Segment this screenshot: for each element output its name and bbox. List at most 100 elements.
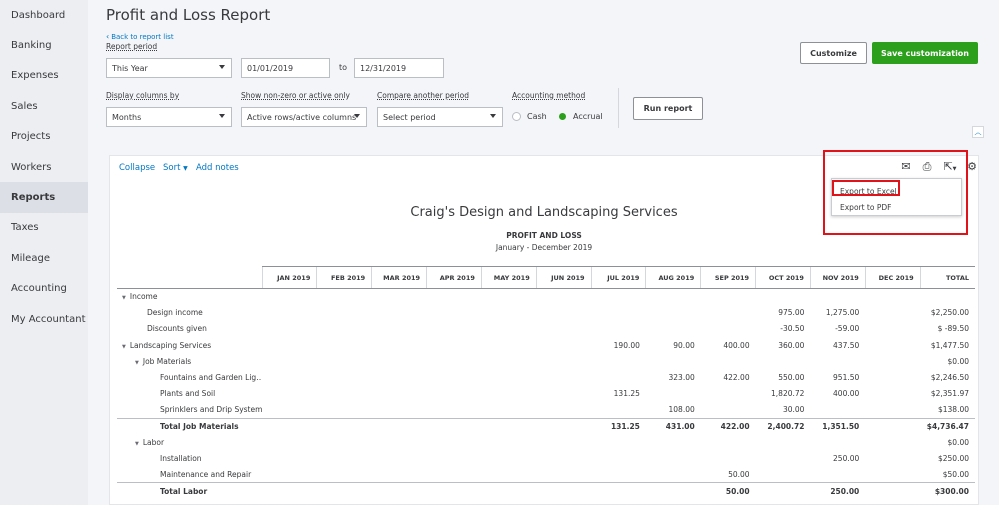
cell-value xyxy=(317,321,372,337)
to-label: to xyxy=(339,63,348,72)
sidebar-item-accounting[interactable]: Accounting xyxy=(0,274,88,304)
table-row: Design income 975.00 1,275.00 $2,250.00 xyxy=(117,305,975,321)
row-label[interactable]: ▼ Labor xyxy=(117,434,262,450)
cash-label: Cash xyxy=(527,112,547,121)
cell-value xyxy=(865,353,920,369)
collapse-toggle-icon[interactable]: ▼ xyxy=(135,441,139,447)
cash-radio[interactable] xyxy=(512,112,521,121)
save-customization-button[interactable]: Save customization xyxy=(872,42,978,64)
cell-value: 50.00 xyxy=(728,469,750,479)
column-header: JAN 2019 xyxy=(261,266,317,289)
add-notes-link[interactable]: Add notes xyxy=(196,163,239,173)
collapse-toggle-icon[interactable]: ▼ xyxy=(122,295,126,301)
cell-value: $2,250.00 xyxy=(930,308,969,318)
sidebar-item-expenses[interactable]: Expenses xyxy=(0,61,88,91)
run-report-button[interactable]: Run report xyxy=(633,97,703,120)
accrual-label: Accrual xyxy=(573,112,603,121)
sort-label: Sort xyxy=(163,163,181,173)
sidebar-item-workers[interactable]: Workers xyxy=(0,152,88,182)
row-label[interactable]: ▼ Job Materials xyxy=(117,353,262,369)
cell-value xyxy=(262,321,317,337)
sidebar-item-reports[interactable]: Reports xyxy=(0,182,88,213)
column-header: JUN 2019 xyxy=(535,266,592,289)
column-header: TOTAL xyxy=(919,266,975,289)
cell-value xyxy=(427,386,482,402)
from-date-value: 01/01/2019 xyxy=(247,63,294,73)
row-label-text: Landscaping Services xyxy=(129,340,212,350)
row-label[interactable]: ▼ Landscaping Services xyxy=(117,337,262,353)
sidebar-item-my-accountant[interactable]: My Accountant xyxy=(0,304,88,334)
cell-value xyxy=(317,386,372,402)
cell-value xyxy=(701,450,756,466)
compare-period-select[interactable]: Select period xyxy=(377,107,503,127)
cell-value: 131.25 xyxy=(591,417,646,435)
cell-value xyxy=(865,337,920,353)
report-dates: January - December 2019 xyxy=(495,243,593,252)
cell-value xyxy=(372,434,427,450)
sidebar-item-sales[interactable]: Sales xyxy=(0,91,88,121)
cell-value xyxy=(646,434,701,450)
sidebar-item-mileage[interactable]: Mileage xyxy=(0,243,88,273)
row-label-text: Total Job Materials xyxy=(160,421,239,431)
cell-value xyxy=(865,289,920,305)
cell-value xyxy=(536,482,592,499)
cell-value: $ -89.50 xyxy=(937,324,969,334)
cell-value xyxy=(536,353,591,369)
cell-value xyxy=(427,353,482,369)
from-date-input[interactable]: 01/01/2019 xyxy=(241,58,330,78)
cell-value: 131.25 xyxy=(613,389,640,399)
accrual-radio[interactable] xyxy=(559,113,566,120)
cell-value xyxy=(646,467,701,483)
show-nonzero-value: Active rows/active columns xyxy=(247,112,357,122)
collapse-link[interactable]: Collapse xyxy=(119,163,155,173)
cell-value xyxy=(536,402,591,418)
table-row: ▼ Labor $0.00 xyxy=(117,434,975,450)
back-to-report-list-link[interactable]: ‹ Back to report list xyxy=(106,32,174,41)
collapse-filters-button[interactable]: ︿ xyxy=(972,126,984,138)
cell-value xyxy=(316,482,372,499)
sidebar-item-dashboard[interactable]: Dashboard xyxy=(0,0,88,30)
cell-value xyxy=(427,369,482,385)
cell-value xyxy=(481,386,536,402)
cell-value xyxy=(372,402,427,418)
collapse-toggle-icon[interactable]: ▼ xyxy=(135,360,139,366)
column-header: NOV 2019 xyxy=(809,266,866,289)
cell-value xyxy=(372,289,427,305)
sidebar-item-taxes[interactable]: Taxes xyxy=(0,213,88,243)
row-label-text: Sprinklers and Drip Systems xyxy=(160,405,262,415)
cell-value xyxy=(536,417,592,435)
column-header: FEB 2019 xyxy=(316,266,372,289)
sidebar-item-banking[interactable]: Banking xyxy=(0,30,88,60)
show-nonzero-select[interactable]: Active rows/active columns xyxy=(241,107,367,127)
cell-value: $50.00 xyxy=(942,469,969,479)
cell-value xyxy=(865,369,920,385)
cell-value xyxy=(865,402,920,418)
show-nonzero-label: Show non-zero or active only xyxy=(241,91,350,100)
cell-value xyxy=(591,369,646,385)
cell-value: $300.00 xyxy=(920,482,975,499)
row-label-header xyxy=(117,266,262,289)
cell-value: 90.00 xyxy=(673,340,695,350)
table-row: Installation 250.00 $250.00 xyxy=(117,450,975,466)
cell-value xyxy=(701,289,756,305)
display-columns-select[interactable]: Months xyxy=(106,107,232,127)
cell-value xyxy=(481,337,536,353)
collapse-toggle-icon[interactable]: ▼ xyxy=(122,344,126,350)
report-table: JAN 2019 FEB 2019 MAR 2019 APR 2019 MAY 2019… xyxy=(117,266,975,499)
cell-value xyxy=(427,337,482,353)
table-row: Discounts given -30.50 -59.00 $ -89.50 xyxy=(117,321,975,337)
customize-button[interactable]: Customize xyxy=(800,42,867,64)
row-label[interactable]: ▼ Income xyxy=(117,289,262,305)
cell-value xyxy=(317,337,372,353)
cell-value xyxy=(427,305,482,321)
to-date-input[interactable]: 12/31/2019 xyxy=(354,58,444,78)
report-period-select[interactable]: This Year xyxy=(106,58,232,78)
table-row: Sprinklers and Drip Systems 108.00 30.00 $1… xyxy=(117,402,975,418)
cell-value xyxy=(591,289,646,305)
column-header: AUG 2019 xyxy=(645,266,701,289)
sidebar-item-projects[interactable]: Projects xyxy=(0,122,88,152)
sort-dropdown[interactable]: Sort ▼ xyxy=(163,163,188,173)
cell-value xyxy=(701,386,756,402)
row-label-text: Total Labor xyxy=(160,486,208,496)
cell-value xyxy=(755,482,811,499)
